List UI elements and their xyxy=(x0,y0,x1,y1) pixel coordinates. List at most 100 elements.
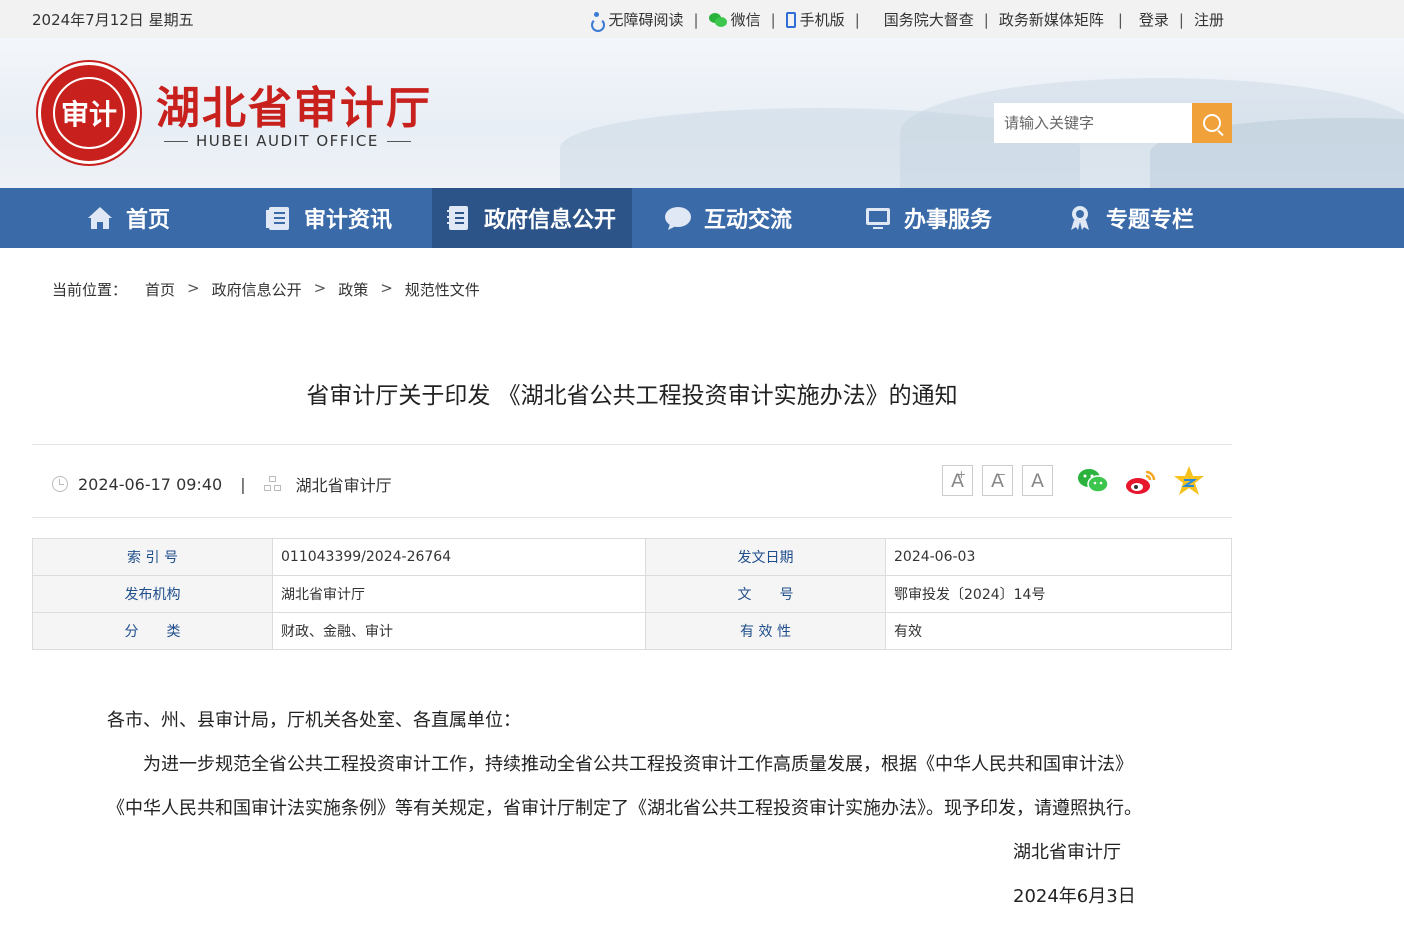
font-increase-button[interactable]: A + xyxy=(942,465,973,496)
article-source: 湖北省审计厅 xyxy=(295,476,392,495)
salutation: 各市、州、县审计局，厅机关各处室、各直属单位： xyxy=(107,710,521,731)
divider: | xyxy=(1178,10,1184,29)
wechat-link[interactable]: 微信 xyxy=(708,9,761,30)
register-link[interactable]: 注册 xyxy=(1194,9,1224,30)
divider: | xyxy=(693,10,699,29)
nav-label: 政府信息公开 xyxy=(484,208,617,233)
accessibility-label: 无障碍阅读 xyxy=(608,11,684,29)
nav-label: 办事服务 xyxy=(904,208,993,233)
article-body: 各市、州、县审计局，厅机关各处室、各直属单位： 为进一步规范全省公共工程投资审计… xyxy=(107,708,1167,919)
nav-label: 专题专栏 xyxy=(1106,208,1195,233)
document-info-table: 索 引 号 011043399/2024-26764 发文日期 2024-06-… xyxy=(32,538,1232,650)
breadcrumb-separator: > xyxy=(187,279,200,297)
category-value: 财政、金融、审计 xyxy=(272,612,646,650)
decorative-line xyxy=(386,140,411,142)
nav-item-services[interactable]: 办事服务 xyxy=(864,188,992,248)
nav-item-audit-news[interactable]: 审计资讯 xyxy=(264,188,392,248)
search-icon xyxy=(1203,114,1221,132)
divider: | xyxy=(240,474,246,494)
document-number-label: 文 号 xyxy=(645,575,886,613)
divider: | xyxy=(983,10,989,29)
monitor-icon xyxy=(866,208,890,229)
breadcrumb-normative-docs[interactable]: 规范性文件 xyxy=(405,279,480,300)
issue-date-label: 发文日期 xyxy=(645,538,886,576)
nav-item-gov-info[interactable]: 政府信息公开 xyxy=(432,188,632,248)
divider: | xyxy=(770,10,776,29)
nav-item-interaction[interactable]: 互动交流 xyxy=(664,188,792,248)
organization-icon xyxy=(263,476,282,492)
document-number-value: 鄂审投发〔2024〕14号 xyxy=(885,575,1232,613)
nav-item-home[interactable]: 首页 xyxy=(86,188,170,248)
index-number-value: 011043399/2024-26764 xyxy=(272,538,646,576)
article-meta: 2024-06-17 09:40 | 湖北省审计厅 xyxy=(52,472,392,496)
share-buttons xyxy=(1076,464,1206,498)
wechat-label: 微信 xyxy=(730,11,761,29)
current-date: 2024年7月12日 星期五 xyxy=(32,11,194,29)
mobile-label: 手机版 xyxy=(799,11,845,29)
breadcrumb-prefix: 当前位置： xyxy=(52,281,128,299)
phone-icon xyxy=(785,11,796,28)
nav-item-special-topics[interactable]: 专题专栏 xyxy=(1066,188,1194,248)
body-paragraph: 为进一步规范全省公共工程投资审计工作，持续推动全省公共工程投资审计工作高质量发展… xyxy=(143,754,1133,775)
breadcrumb-separator: > xyxy=(380,279,393,297)
divider: | xyxy=(1117,10,1123,29)
publisher-value: 湖北省审计厅 xyxy=(272,575,646,613)
sign-date: 2024年6月3日 xyxy=(1013,886,1136,907)
divider xyxy=(32,517,1232,518)
font-size-controls: A + A − A xyxy=(942,465,1053,496)
publisher-label: 发布机构 xyxy=(32,575,273,613)
breadcrumb-gov-info[interactable]: 政府信息公开 xyxy=(212,279,302,300)
document-icon xyxy=(266,207,289,230)
search-input[interactable] xyxy=(994,103,1192,143)
site-subtitle: HUBEI AUDIT OFFICE xyxy=(164,132,411,150)
qzone-share-icon[interactable] xyxy=(1172,464,1206,498)
utility-links: 无障碍阅读 | 微信 | 手机版 | 国务院大督查 | 政务新媒体矩阵 | 登录… xyxy=(589,9,1224,32)
site-header: 审计 湖北省审计厅 HUBEI AUDIT OFFICE xyxy=(0,38,1404,188)
search-box xyxy=(994,103,1232,143)
main-navigation: 首页 审计资讯 政府信息公开 互动交流 办事服务 专题专栏 xyxy=(0,188,1404,248)
nav-label: 互动交流 xyxy=(704,208,793,233)
issue-date-value: 2024-06-03 xyxy=(885,538,1232,576)
site-logo[interactable]: 审计 xyxy=(38,62,140,164)
category-label: 分 类 xyxy=(32,612,273,650)
wechat-share-icon[interactable] xyxy=(1076,464,1110,498)
body-paragraph-continued: 《中华人民共和国审计法实施条例》等有关规定，省审计厅制定了《湖北省公共工程投资审… xyxy=(107,798,1142,819)
notebook-icon xyxy=(447,206,468,230)
table-row: 分 类 财政、金融、审计 有 效 性 有效 xyxy=(32,612,1232,650)
top-utility-bar: 2024年7月12日 星期五 无障碍阅读 | 微信 | 手机版 | 国务院大督查… xyxy=(0,0,1404,38)
breadcrumb: 当前位置： 首页 > 政府信息公开 > 政策 > 规范性文件 xyxy=(52,279,480,300)
table-row: 索 引 号 011043399/2024-26764 发文日期 2024-06-… xyxy=(32,538,1232,576)
font-reset-button[interactable]: A xyxy=(1022,465,1053,496)
validity-value: 有效 xyxy=(885,612,1232,650)
media-matrix-link[interactable]: 政务新媒体矩阵 xyxy=(999,9,1104,30)
home-icon xyxy=(88,207,112,229)
table-row: 发布机构 湖北省审计厅 文 号 鄂审投发〔2024〕14号 xyxy=(32,575,1232,613)
accessibility-icon xyxy=(589,11,605,32)
accessibility-link[interactable]: 无障碍阅读 xyxy=(589,9,684,32)
breadcrumb-separator: > xyxy=(313,279,327,297)
divider xyxy=(32,444,1232,445)
breadcrumb-policy[interactable]: 政策 xyxy=(338,279,368,300)
search-button[interactable] xyxy=(1192,103,1232,143)
site-subtitle-text: HUBEI AUDIT OFFICE xyxy=(196,132,379,150)
nav-label: 首页 xyxy=(126,208,171,233)
login-link[interactable]: 登录 xyxy=(1139,9,1169,30)
divider: | xyxy=(854,10,860,29)
publish-datetime: 2024-06-17 09:40 xyxy=(78,474,223,494)
article-title: 省审计厅关于印发 《湖北省公共工程投资审计实施办法》的通知 xyxy=(306,383,958,409)
font-decrease-button[interactable]: A − xyxy=(982,465,1013,496)
site-title[interactable]: 湖北省审计厅 xyxy=(156,72,432,136)
medal-icon xyxy=(1071,206,1089,230)
validity-label: 有 效 性 xyxy=(645,612,886,650)
clock-icon xyxy=(52,476,68,492)
signature: 湖北省审计厅 xyxy=(1013,842,1121,863)
logo-emblem: 审计 xyxy=(53,77,125,149)
supervision-link[interactable]: 国务院大督查 xyxy=(884,9,974,30)
mobile-link[interactable]: 手机版 xyxy=(785,9,845,30)
chat-bubble-icon xyxy=(665,207,691,230)
wechat-icon xyxy=(708,12,727,27)
nav-label: 审计资讯 xyxy=(304,208,393,233)
decorative-line xyxy=(164,140,188,142)
breadcrumb-home[interactable]: 首页 xyxy=(145,279,175,300)
weibo-share-icon[interactable] xyxy=(1124,464,1158,498)
